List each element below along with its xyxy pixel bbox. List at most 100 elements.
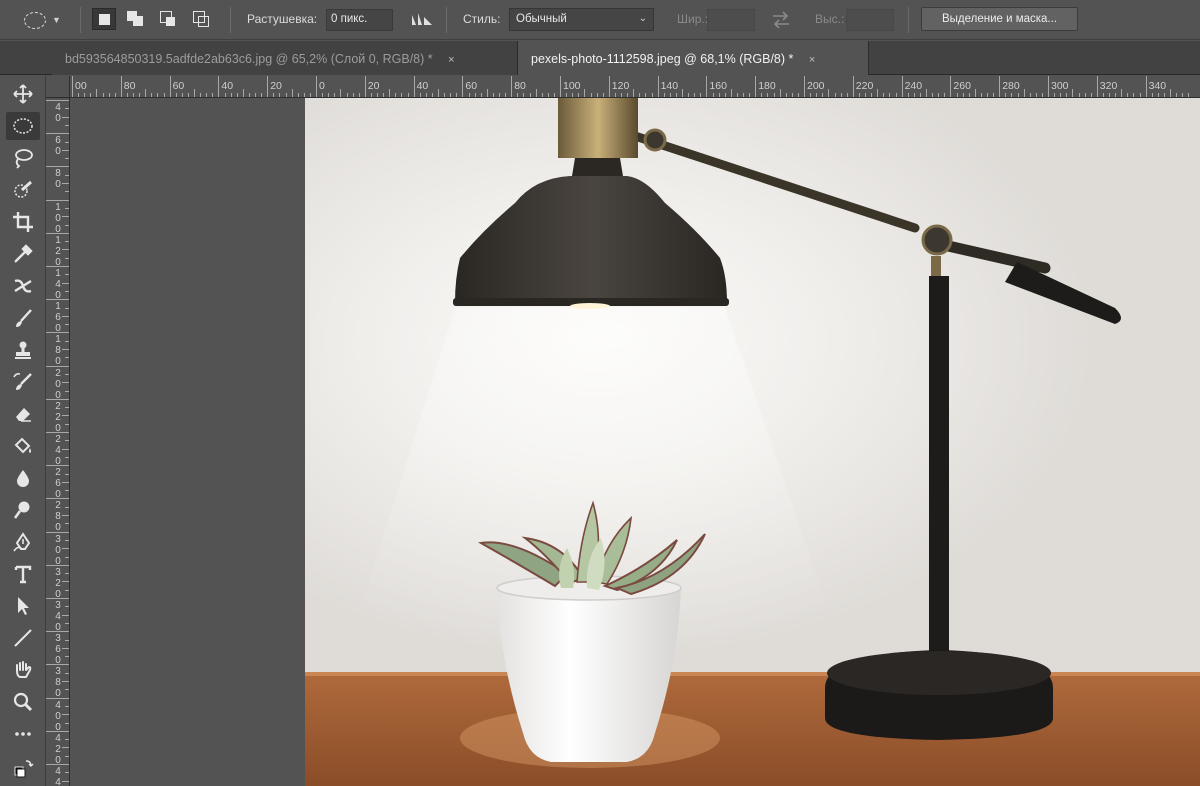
lasso-tool[interactable] (6, 144, 40, 172)
more-tools-button[interactable] (6, 720, 40, 748)
lamp-collar (931, 256, 941, 276)
pen-tool[interactable] (6, 528, 40, 556)
height-input[interactable] (846, 9, 894, 31)
ruler-minor-tick (627, 93, 629, 97)
width-input[interactable] (707, 9, 755, 31)
eyedropper-tool[interactable] (6, 240, 40, 268)
ruler-minor-tick (767, 93, 769, 97)
tab-label: bd593564850319.5adfde2ab63c6.jpg @ 65,2%… (65, 52, 433, 66)
ruler-minor-tick (96, 89, 98, 97)
ruler-tick (169, 76, 171, 97)
history-brush-tool[interactable] (6, 368, 40, 396)
ruler-label: 320 (55, 566, 61, 600)
ruler-minor-tick (865, 93, 866, 97)
ruler-label: 340 (55, 600, 61, 633)
style-select[interactable]: Обычный ⌄ (509, 8, 654, 31)
eraser-tool[interactable] (6, 400, 40, 428)
ruler-minor-tick (828, 89, 830, 97)
ruler-tick (657, 76, 659, 97)
ruler-tick (218, 76, 220, 97)
ruler-minor-tick (541, 93, 543, 97)
ruler-minor-tick (1163, 93, 1165, 97)
zoom-tool[interactable] (6, 688, 40, 716)
ruler-minor-tick (529, 93, 531, 97)
document-canvas[interactable] (305, 98, 1200, 786)
ruler-minor-tick (1035, 93, 1037, 97)
add-selection-icon-part (133, 16, 143, 26)
ruler-minor-tick (175, 93, 177, 97)
healing-brush-tool[interactable] (6, 272, 40, 300)
ruler-minor-tick (65, 523, 69, 525)
ruler-minor-tick (65, 257, 69, 259)
quick-selection-tool[interactable] (6, 176, 40, 204)
tab-label: pexels-photo-1112598.jpeg @ 68,1% (RGB/8… (531, 52, 794, 66)
ruler-minor-tick (65, 573, 69, 575)
default-colors-button[interactable] (6, 754, 40, 782)
ruler-minor-tick (65, 639, 69, 641)
ruler-minor-tick (846, 93, 848, 97)
brush-icon (16, 309, 32, 327)
ruler-minor-tick (90, 93, 92, 97)
ruler-minor-tick (65, 689, 69, 691)
horizontal-ruler[interactable]: 00 80 60 40 20 0 20 40 60 80 100 120 140 160 180 200 220… (70, 76, 1200, 98)
ruler-minor-tick (248, 93, 250, 97)
ruler-minor-tick (895, 93, 897, 97)
ruler-label: 180 (758, 80, 776, 92)
move-tool[interactable] (6, 80, 40, 108)
ruler-minor-tick (212, 93, 214, 97)
anti-alias-toggle[interactable] (410, 11, 434, 27)
ruler-minor-tick (871, 93, 873, 97)
blur-tool[interactable] (6, 464, 40, 492)
ruler-minor-tick (62, 747, 69, 749)
dodge-tool[interactable] (6, 496, 40, 524)
hand-tool[interactable] (6, 656, 40, 684)
ruler-minor-tick (65, 290, 69, 292)
line-tool[interactable] (6, 624, 40, 652)
ruler-minor-tick (62, 216, 69, 218)
ruler-tick (46, 166, 69, 168)
ruler-label: 100 (563, 80, 581, 92)
type-tool[interactable] (6, 560, 40, 588)
ruler-tick (608, 76, 610, 97)
new-selection-button[interactable] (92, 8, 116, 30)
ruler-minor-tick (743, 93, 744, 97)
vertical-ruler[interactable]: 4060801001201401601802002202402602803003… (46, 98, 70, 786)
brush-tool[interactable] (6, 304, 40, 332)
tool-preset-picker[interactable]: ▼ (24, 7, 72, 33)
close-icon[interactable]: × (809, 54, 815, 66)
document-tab-2[interactable]: pexels-photo-1112598.jpeg @ 68,1% (RGB/8… (517, 41, 869, 75)
ruler-label: 260 (55, 467, 61, 501)
select-and-mask-button[interactable]: Выделение и маска... (921, 7, 1078, 31)
swap-width-height-button[interactable] (770, 10, 792, 30)
add-to-selection-button[interactable] (124, 8, 148, 30)
elliptical-marquee-tool[interactable] (6, 112, 40, 140)
ruler-minor-tick (1078, 93, 1080, 97)
close-icon[interactable]: × (448, 54, 454, 66)
feather-input[interactable]: 0 пикс. (326, 9, 393, 31)
ruler-minor-tick (65, 656, 69, 658)
ruler-minor-tick (206, 93, 208, 97)
ruler-minor-tick (62, 183, 69, 184)
ruler-minor-tick (65, 307, 69, 309)
ruler-minor-tick (1017, 93, 1019, 97)
ruler-minor-tick (126, 93, 128, 97)
ruler-minor-tick (65, 241, 69, 243)
ruler-minor-tick (773, 93, 775, 97)
ruler-minor-tick (840, 93, 842, 97)
ruler-minor-tick (938, 93, 940, 97)
ruler-minor-tick (395, 93, 397, 97)
intersect-selection-button[interactable] (190, 8, 214, 30)
ruler-minor-tick (236, 93, 238, 97)
ruler-minor-tick (730, 89, 732, 97)
paint-bucket-tool[interactable] (6, 432, 40, 460)
crop-tool[interactable] (6, 208, 40, 236)
ruler-label: 20 (367, 80, 380, 92)
ruler-label: 280 (55, 500, 61, 534)
ruler-tick (901, 76, 903, 97)
subtract-from-selection-button[interactable] (157, 8, 181, 30)
path-selection-tool[interactable] (6, 592, 40, 620)
ruler-minor-tick (523, 93, 525, 97)
ruler-minor-tick (65, 705, 69, 707)
clone-stamp-tool[interactable] (6, 336, 40, 364)
document-tab-1[interactable]: bd593564850319.5adfde2ab63c6.jpg @ 65,2%… (52, 41, 517, 75)
